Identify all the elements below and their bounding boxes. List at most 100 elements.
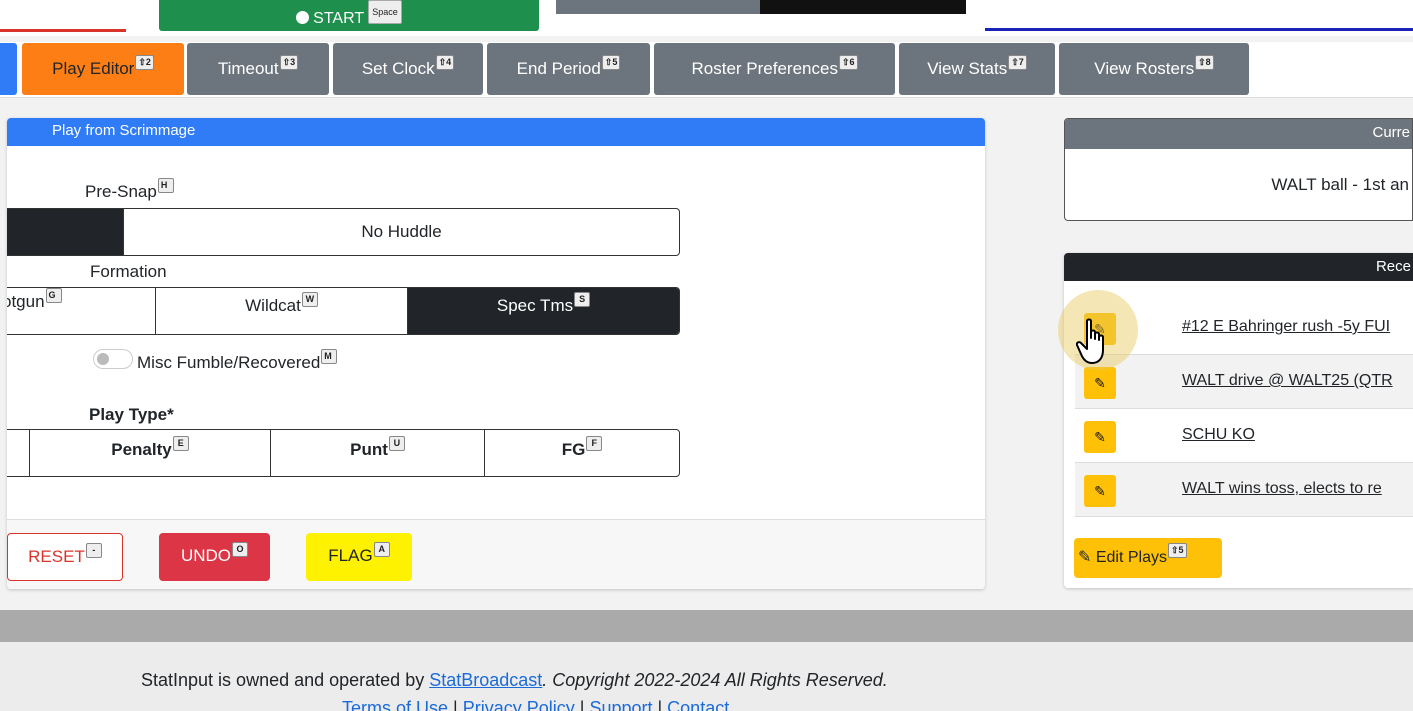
shortcut-badge: U [388, 436, 405, 451]
play-type-text: Penalty [111, 440, 172, 459]
tab-label: View Stats [927, 59, 1008, 78]
tab-label: Roster Preferences [691, 59, 838, 78]
play-row: ✎ WALT drive @ WALT25 (QTR [1075, 355, 1413, 409]
fumble-toggle[interactable] [93, 349, 133, 369]
pencil-icon: ✎ [1078, 549, 1092, 566]
tab-set-clock[interactable]: Set Clock ⇧4 [333, 43, 483, 95]
toggle-knob [97, 353, 109, 365]
tab-roster-preferences[interactable]: Roster Preferences ⇧6 [654, 43, 895, 95]
play-type-fg[interactable]: FG F [485, 430, 679, 476]
presnap-option-selected[interactable] [7, 209, 124, 255]
reset-label: RESET [28, 547, 85, 566]
contact-link[interactable]: Contact [667, 698, 729, 711]
shortcut-badge: - [85, 543, 102, 558]
presnap-option-no-huddle[interactable]: No Huddle [124, 209, 679, 255]
top-bar: START Space [0, 0, 1413, 36]
tab-previous[interactable] [0, 43, 17, 95]
fumble-text: Misc Fumble/Recovered [137, 353, 321, 372]
shortcut-badge: ⇧8 [1195, 55, 1214, 70]
edit-plays-button[interactable]: ✎ Edit Plays ⇧5 [1074, 538, 1222, 578]
scoreboard-home [556, 0, 760, 14]
play-link[interactable]: #12 E Bahringer rush -5y FUI [1182, 318, 1390, 336]
shortcut-badge: O [232, 542, 249, 557]
play-type-text: FG [561, 440, 586, 459]
tab-end-period[interactable]: End Period ⇧5 [487, 43, 650, 95]
shortcut-badge: H [157, 178, 174, 193]
pencil-icon: ✎ [1094, 483, 1106, 499]
formation-spec-tms[interactable]: Spec Tms S [408, 288, 679, 334]
tab-play-editor[interactable]: Play Editor ⇧2 [22, 43, 184, 95]
privacy-link[interactable]: Privacy Policy [463, 698, 575, 711]
shortcut-badge: ⇧6 [838, 55, 858, 70]
tab-label: Timeout [217, 59, 279, 78]
start-button[interactable]: START Space [159, 0, 539, 31]
scoreboard-away [760, 0, 966, 14]
play-type-text: Punt [350, 440, 388, 459]
support-link[interactable]: Support [589, 698, 652, 711]
undo-button[interactable]: UNDO O [159, 533, 270, 581]
play-type-prev[interactable] [7, 430, 30, 476]
flag-label: FLAG [328, 546, 373, 565]
play-editor-card: Play from Scrimmage Pre-Snap H No Huddle … [7, 118, 985, 589]
tab-label: End Period [516, 59, 601, 78]
footer-links: Terms of Use | Privacy Policy | Support … [342, 698, 729, 711]
blue-accent-line [985, 28, 1413, 31]
tab-view-stats[interactable]: View Stats ⇧7 [899, 43, 1055, 95]
shortcut-badge: G [45, 288, 62, 303]
edit-play-button[interactable]: ✎ [1084, 421, 1116, 453]
play-actions-bar: RESET - UNDO O FLAG A [7, 519, 985, 589]
tab-timeout[interactable]: Timeout ⇧3 [187, 43, 329, 95]
current-status-header: Curre [1065, 119, 1412, 149]
flag-button[interactable]: FLAG A [306, 533, 412, 581]
site-footer: StatInput is owned and operated by StatB… [0, 642, 1413, 711]
hand-cursor-icon [1076, 318, 1104, 364]
recent-plays-header: Rece [1064, 253, 1413, 281]
formation-wildcat[interactable]: Wildcat W [156, 288, 408, 334]
owned-text: StatInput is owned and operated by [141, 670, 425, 690]
shortcut-badge: A [373, 542, 390, 557]
tab-label: Set Clock [361, 59, 435, 78]
start-label: START [313, 10, 364, 27]
formation-label-text: Wildcat [245, 296, 301, 315]
edit-play-button[interactable]: ✎ [1084, 475, 1116, 507]
formation-selector: otgunG WildcatW Spec TmsS [7, 287, 680, 335]
play-link[interactable]: WALT wins toss, elects to re [1182, 480, 1382, 498]
terms-link[interactable]: Terms of Use [342, 698, 448, 711]
current-status-card: Curre WALT ball - 1st an [1064, 118, 1413, 221]
tab-view-rosters[interactable]: View Rosters ⇧8 [1059, 43, 1249, 95]
statbroadcast-link[interactable]: StatBroadcast [429, 670, 542, 690]
play-type-label: Play Type* [89, 405, 174, 424]
page-divider [0, 610, 1413, 642]
shortcut-badge: S [574, 292, 591, 307]
play-type-penalty[interactable]: Penalty E [30, 430, 271, 476]
pencil-icon: ✎ [1094, 429, 1106, 445]
shortcut-badge: ⇧5 [601, 55, 621, 70]
shortcut-badge: F [586, 436, 603, 451]
copyright-text: . Copyright 2022-2024 All Rights Reserve… [542, 670, 888, 690]
red-accent-line [0, 29, 126, 32]
play-type-selector: Penalty E Punt U FG F [7, 429, 680, 477]
presnap-text: Pre-Snap [85, 182, 157, 201]
play-row: ✎ WALT wins toss, elects to re [1075, 463, 1413, 517]
shortcut-badge: E [172, 436, 189, 451]
tab-label: View Rosters [1094, 59, 1195, 78]
play-link[interactable]: WALT drive @ WALT25 (QTR [1182, 372, 1393, 390]
tab-label: Play Editor [52, 59, 135, 78]
play-row: ✎ SCHU KO [1075, 409, 1413, 463]
clock-icon [296, 11, 310, 24]
formation-label-text: otgun [7, 292, 45, 311]
shortcut-badge: ⇧3 [279, 55, 299, 70]
shortcut-badge: ⇧2 [135, 55, 154, 70]
shortcut-badge: ⇧7 [1008, 55, 1027, 70]
edit-play-button[interactable]: ✎ [1084, 367, 1116, 399]
formation-shotgun[interactable]: otgunG [7, 288, 156, 334]
shortcut-badge: ⇧5 [1168, 543, 1187, 558]
formation-label: Formation [90, 262, 167, 281]
presnap-selector: No Huddle [7, 208, 680, 256]
fumble-label: Misc Fumble/Recovered M [137, 349, 338, 373]
copyright-line: StatInput is owned and operated by StatB… [141, 670, 888, 691]
reset-button[interactable]: RESET - [7, 533, 123, 581]
shortcut-badge: W [301, 292, 318, 307]
play-type-punt[interactable]: Punt U [271, 430, 485, 476]
play-link[interactable]: SCHU KO [1182, 426, 1255, 444]
